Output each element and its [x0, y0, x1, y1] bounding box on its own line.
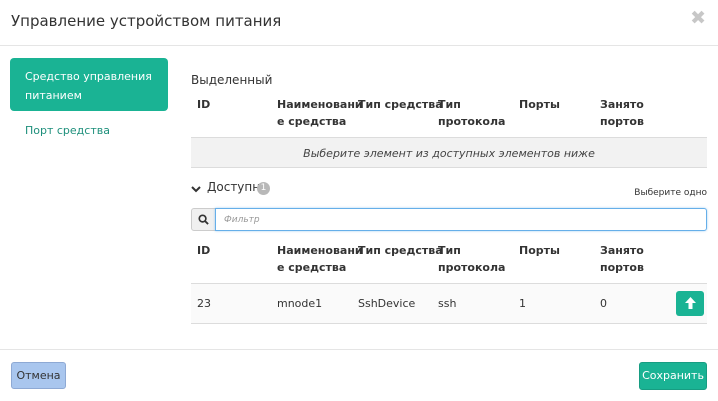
select-row-button[interactable]: [676, 291, 704, 316]
selected-empty-row: Выберите элемент из доступных элементов …: [191, 137, 707, 168]
search-icon[interactable]: [191, 208, 216, 231]
available-col-ports: Порты: [519, 244, 560, 257]
selected-col-id: ID: [197, 98, 211, 111]
filter-group: [191, 208, 707, 231]
available-col-id: ID: [197, 244, 211, 257]
sidebar-item-label-line1: Средство управления: [25, 70, 152, 83]
footer-divider: [0, 349, 718, 350]
row-id: 23: [197, 297, 211, 310]
available-col-used-ports: Занято портов: [600, 244, 644, 274]
save-button[interactable]: Сохранить: [639, 362, 707, 390]
cancel-button[interactable]: Отмена: [11, 362, 66, 389]
arrow-up-icon: [684, 294, 696, 313]
available-col-type: Тип средства: [358, 244, 443, 257]
selected-col-ports: Порты: [519, 98, 560, 111]
select-one-hint: Выберите одно: [634, 188, 707, 198]
modal-title: Управление устройством питания: [11, 12, 282, 30]
row-protocol: ssh: [438, 297, 457, 310]
selected-col-type: Тип средства: [358, 98, 443, 111]
selected-col-used-ports: Занято портов: [600, 98, 644, 128]
modal-header: Управление устройством питания ✖: [0, 0, 718, 46]
close-icon[interactable]: ✖: [690, 9, 706, 28]
row-type: SshDevice: [358, 297, 416, 310]
selected-empty-text: Выберите элемент из доступных элементов …: [303, 147, 595, 160]
selected-col-protocol: Тип протокола: [438, 98, 506, 128]
filter-input[interactable]: [215, 208, 707, 231]
row-used-ports: 0: [600, 297, 607, 310]
selected-section-title: Выделенный: [191, 73, 273, 87]
power-device-modal: Управление устройством питания ✖ Средств…: [0, 0, 718, 401]
available-col-protocol: Тип протокола: [438, 244, 506, 274]
row-name: mnode1: [277, 297, 323, 310]
available-count-badge: 1: [257, 182, 270, 195]
row-ports: 1: [519, 297, 526, 310]
sidebar-item-label-line2: питанием: [25, 89, 82, 102]
sidebar-item-device-port[interactable]: Порт средства: [25, 124, 110, 137]
available-col-name: Наименовани е средства: [277, 244, 363, 274]
chevron-down-icon: [191, 180, 201, 197]
selected-col-name: Наименовани е средства: [277, 98, 363, 128]
sidebar-item-power-device[interactable]: Средство управления питанием: [10, 58, 168, 111]
